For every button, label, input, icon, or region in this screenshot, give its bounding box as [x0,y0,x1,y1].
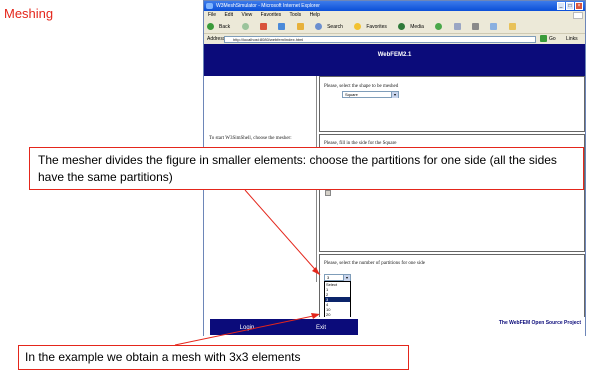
callout-arrow-line [244,189,321,276]
callout-partitions: The mesher divides the figure in smaller… [29,147,584,190]
callout-arrows [174,189,321,346]
callout-mesh-result: In the example we obtain a mesh with 3x3… [18,345,409,370]
callout-arrow-line [174,314,319,346]
arrow-head-icon [312,267,320,275]
arrow-head-icon [311,313,320,319]
